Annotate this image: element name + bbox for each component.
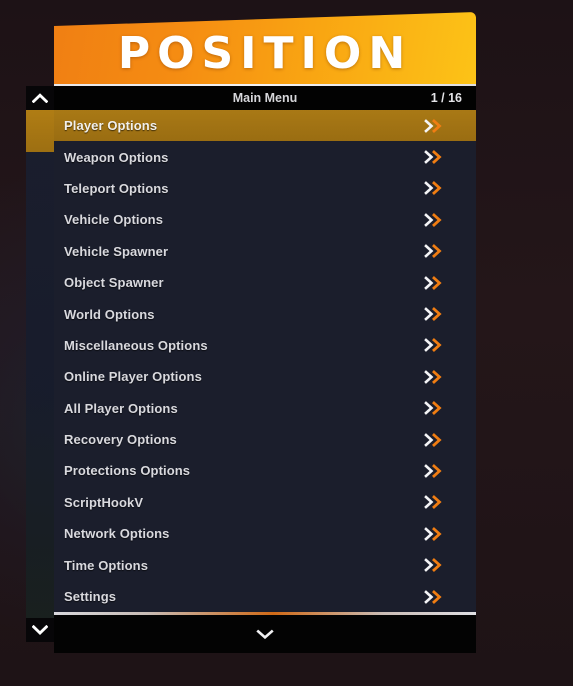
menu-item[interactable]: Network Options xyxy=(54,518,476,550)
double-chevron-right-icon xyxy=(424,495,446,510)
menu-item[interactable]: Object Spawner xyxy=(54,266,476,299)
menu-item-label: Teleport Options xyxy=(64,180,169,196)
menu-banner: POSITION xyxy=(54,12,476,84)
double-chevron-right-icon xyxy=(424,526,446,541)
menu-footer[interactable] xyxy=(54,615,476,654)
double-chevron-right-icon xyxy=(424,589,446,604)
menu-item-label: Vehicle Spawner xyxy=(64,243,169,259)
menu-item-label: Settings xyxy=(64,589,117,605)
menu-item-label: Miscellaneous Options xyxy=(64,337,208,353)
chevron-up-icon xyxy=(32,93,48,103)
menu-scrollbar[interactable] xyxy=(26,86,54,642)
menu-item[interactable]: Recovery Options xyxy=(54,423,476,456)
double-chevron-right-icon xyxy=(424,181,446,196)
menu-item[interactable]: Player Options xyxy=(54,110,476,142)
double-chevron-right-icon xyxy=(424,401,446,416)
menu-item[interactable]: Teleport Options xyxy=(54,172,476,205)
menu-item-label: Recovery Options xyxy=(64,432,177,448)
menu-item-label: Weapon Options xyxy=(64,149,169,165)
menu-subtitle: Main Menu xyxy=(232,91,298,105)
menu-item-label: Vehicle Options xyxy=(64,212,164,228)
double-chevron-right-icon xyxy=(424,307,446,322)
page-counter: 1 / 16 xyxy=(430,91,462,105)
double-chevron-right-icon xyxy=(424,212,446,227)
menu-item[interactable]: Miscellaneous Options xyxy=(54,329,476,362)
double-chevron-right-icon xyxy=(424,244,446,259)
menu-item-label: Object Spawner xyxy=(64,275,164,291)
menu-item-label: Protections Options xyxy=(64,463,191,479)
double-chevron-right-icon xyxy=(424,275,446,290)
scrollbar-thumb[interactable] xyxy=(26,110,54,152)
menu-item-label: All Player Options xyxy=(64,400,178,416)
menu-item-label: Player Options xyxy=(64,118,158,134)
chevron-down-icon xyxy=(256,629,274,639)
menu-item-label: Network Options xyxy=(64,526,170,542)
menu-item[interactable]: World Options xyxy=(54,298,476,330)
double-chevron-right-icon xyxy=(424,338,446,353)
menu-item-label: World Options xyxy=(64,306,155,322)
main-menu-panel: POSITION Main Menu 1 / 16 Player Options… xyxy=(54,12,476,654)
menu-item[interactable]: Vehicle Spawner xyxy=(54,235,476,267)
scroll-up-button[interactable] xyxy=(26,86,54,110)
menu-overlay: POSITION Main Menu 1 / 16 Player Options… xyxy=(0,0,573,686)
menu-item[interactable]: Vehicle Options xyxy=(54,204,476,236)
scroll-down-button[interactable] xyxy=(26,618,54,642)
menu-item[interactable]: Online Player Options xyxy=(54,361,476,393)
menu-subtitle-bar: Main Menu 1 / 16 xyxy=(54,86,476,110)
banner-title: POSITION xyxy=(117,28,413,79)
double-chevron-right-icon xyxy=(424,118,446,133)
double-chevron-right-icon xyxy=(424,558,446,573)
double-chevron-right-icon xyxy=(424,432,446,447)
menu-item[interactable]: All Player Options xyxy=(54,392,476,424)
menu-item-label: Online Player Options xyxy=(64,369,202,385)
chevron-down-icon xyxy=(32,625,48,635)
menu-item[interactable]: Weapon Options xyxy=(54,141,476,173)
menu-item[interactable]: Time Options xyxy=(54,549,476,581)
menu-item-label: ScriptHookV xyxy=(64,494,144,510)
menu-item[interactable]: Settings xyxy=(54,580,476,613)
menu-item[interactable]: Protections Options xyxy=(54,455,476,487)
menu-item-list: Player Options Weapon Options Teleport Opt… xyxy=(54,110,476,613)
double-chevron-right-icon xyxy=(424,464,446,478)
double-chevron-right-icon xyxy=(424,150,446,165)
double-chevron-right-icon xyxy=(424,369,446,384)
menu-item[interactable]: ScriptHookV xyxy=(54,486,476,519)
menu-item-label: Time Options xyxy=(64,557,149,573)
